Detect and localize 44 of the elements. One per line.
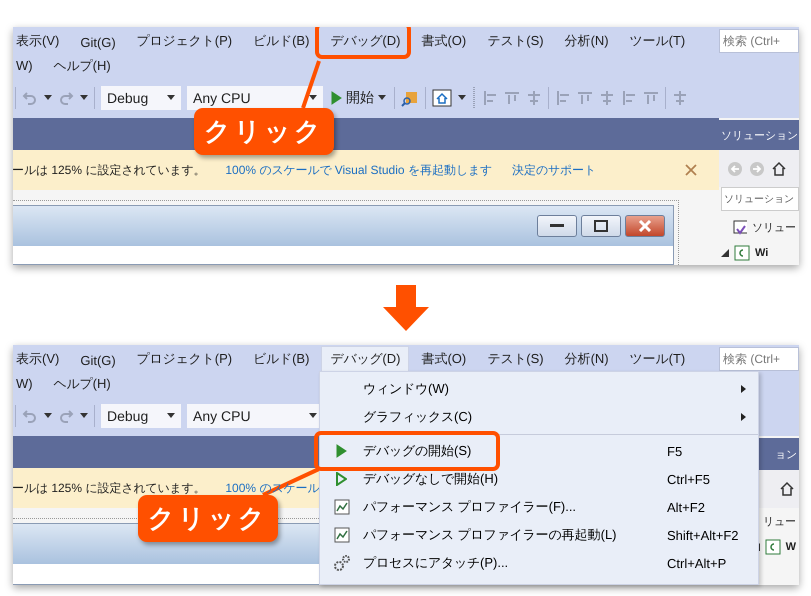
menu-item[interactable]: グラフィックス(C) — [320, 403, 758, 431]
menu-item[interactable]: デバッグ(D) — [321, 28, 410, 53]
menu-item[interactable]: ウィンドウ(W) — [320, 375, 758, 403]
menu-item[interactable]: ヘルプ(H) — [44, 52, 120, 78]
menu-item[interactable]: プロジェクト(P) — [128, 346, 242, 371]
tree-item[interactable]: Wi — [719, 240, 799, 265]
menu-item[interactable]: プロジェクト(P) — [128, 28, 242, 53]
tree-item[interactable]: ソリュー — [719, 215, 799, 240]
menu-item[interactable]: W) — [13, 54, 42, 76]
panel-title: ソリューション — [719, 120, 799, 150]
info-message: ールは 125% に設定されています。 — [13, 162, 206, 178]
configuration-dropdown[interactable]: Debug — [101, 404, 181, 428]
menu-item[interactable]: W) — [13, 372, 42, 394]
configuration-dropdown[interactable]: Debug — [101, 86, 181, 110]
menu-item[interactable]: 表示(V) — [13, 28, 68, 53]
menu-item[interactable]: 表示(V) — [13, 346, 68, 371]
menu-item[interactable]: 分析(N) — [556, 346, 618, 371]
menu-item[interactable]: テスト(S) — [478, 346, 553, 371]
menu-item[interactable]: 分析(N) — [556, 28, 618, 53]
menu-item[interactable]: パフォーマンス プロファイラー(F)... Alt+F2 — [320, 493, 758, 521]
info-message: ールは 125% に設定されています。 — [13, 480, 206, 496]
menu-item[interactable]: パフォーマンス プロファイラーの再起動(L) Shift+Alt+F2 — [320, 521, 758, 549]
menu-item[interactable]: ツール(T) — [620, 346, 694, 371]
platform-dropdown[interactable]: Any CPU — [187, 86, 323, 110]
info-link[interactable]: 100% のスケールで Visual Studio を再起動します — [225, 162, 492, 178]
menu-item[interactable]: ツール(T) — [620, 28, 694, 53]
search-field[interactable]: ソリューション — [721, 186, 799, 212]
search-field[interactable]: 検索 (Ctrl+ — [719, 347, 799, 371]
callout-label: クリック — [194, 108, 334, 155]
menu-item[interactable]: ビルド(B) — [244, 28, 318, 53]
menu-item[interactable]: テスト(S) — [478, 28, 553, 53]
menu-item[interactable]: デバッグ(D) — [321, 346, 410, 371]
menu-item[interactable]: ヘルプ(H) — [44, 370, 120, 396]
info-link[interactable]: 決定のサポート — [512, 162, 596, 178]
search-field[interactable]: 検索 (Ctrl+ — [719, 29, 799, 53]
start-button[interactable]: 開始 — [329, 88, 388, 106]
menu-item[interactable]: 書式(O) — [412, 28, 476, 53]
tree-item[interactable]: リュー — [761, 508, 799, 534]
menu-item[interactable]: Git(G) — [71, 31, 125, 53]
menu-item[interactable]: ビルド(B) — [244, 346, 318, 371]
menu-item[interactable]: Git(G) — [71, 349, 125, 371]
menu-item[interactable]: 書式(O) — [412, 346, 476, 371]
callout-label: クリック — [138, 495, 278, 542]
menu-item[interactable]: プロセスにアタッチ(P)... Ctrl+Alt+P — [320, 549, 758, 577]
